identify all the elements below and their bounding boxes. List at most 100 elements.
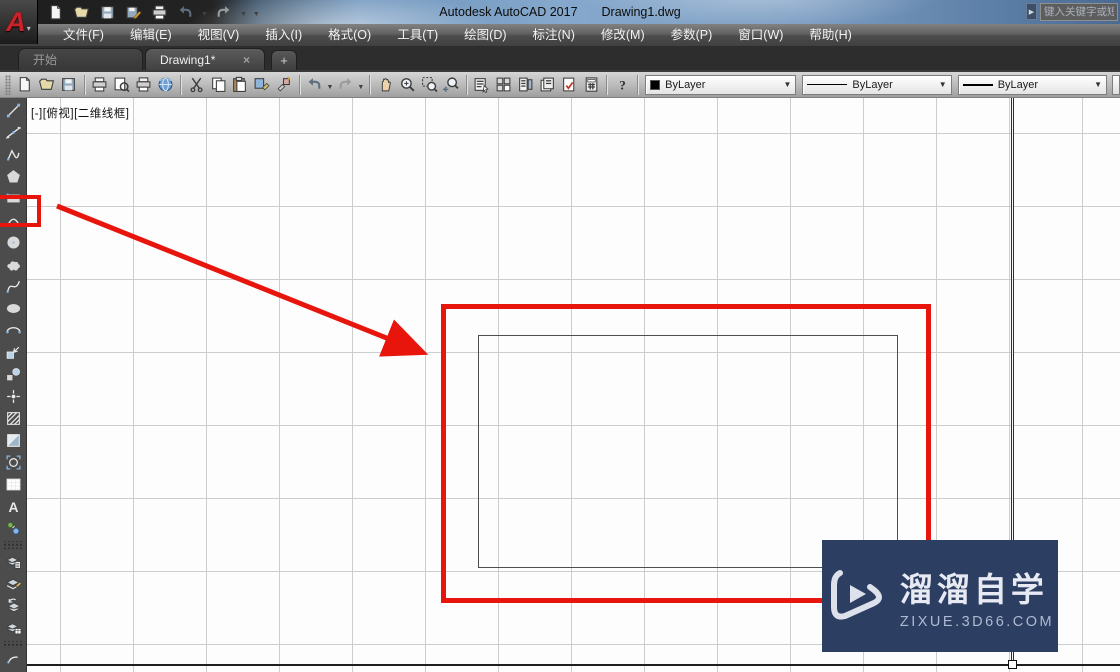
file-tab-start[interactable]: 开始 bbox=[18, 48, 143, 70]
publish-icon[interactable] bbox=[154, 74, 176, 96]
draw-tool-insert-block-icon[interactable] bbox=[1, 341, 25, 363]
match-properties-icon[interactable] bbox=[251, 74, 273, 96]
copy-icon[interactable] bbox=[207, 74, 229, 96]
title-bar: Autodesk AutoCAD 2017 Drawing1.dwg ▼ ▼ ▼ ▶ bbox=[0, 0, 1120, 24]
draw-tool-revision-cloud-icon[interactable] bbox=[1, 254, 25, 276]
chevron-down-icon[interactable]: ▼ bbox=[1094, 80, 1102, 89]
cut-icon[interactable] bbox=[185, 74, 207, 96]
quick-calc-icon[interactable] bbox=[580, 74, 602, 96]
draw-tool-line-icon[interactable] bbox=[1, 100, 25, 122]
watermark-site: zixue.3d66.com bbox=[899, 613, 1055, 630]
menu-i[interactable]: 插入(I) bbox=[252, 24, 315, 46]
menu-o[interactable]: 格式(O) bbox=[315, 24, 384, 46]
sheet-set-manager-icon[interactable] bbox=[537, 74, 559, 96]
search-go-button[interactable]: ▶ bbox=[1026, 3, 1037, 20]
viewport-controls[interactable]: [-][俯视][二维线框] bbox=[31, 105, 130, 121]
svg-text:A: A bbox=[8, 498, 18, 514]
design-center-icon[interactable] bbox=[493, 74, 515, 96]
save-icon[interactable] bbox=[58, 74, 80, 96]
layer-tool-layer-previous-icon[interactable] bbox=[1, 595, 25, 617]
new-file-icon[interactable] bbox=[14, 74, 36, 96]
layer-tool-layer-properties-icon[interactable] bbox=[1, 551, 25, 573]
menu-w[interactable]: 窗口(W) bbox=[725, 24, 796, 46]
layer-tool-layer-states-icon[interactable] bbox=[1, 573, 25, 595]
main-area: A [-][俯视][二维线框] 溜溜自学 ZIXUE.3D66.COM bbox=[0, 98, 1120, 672]
draw-tool-create-block-icon[interactable] bbox=[1, 363, 25, 385]
tool-palettes-icon[interactable] bbox=[515, 74, 537, 96]
draw-tool-region-icon[interactable] bbox=[1, 451, 25, 473]
properties-icon[interactable] bbox=[471, 74, 493, 96]
menu-e[interactable]: 编辑(E) bbox=[117, 24, 185, 46]
menu-f[interactable]: 文件(F) bbox=[50, 24, 117, 46]
redo-icon[interactable] bbox=[213, 2, 235, 22]
qsave-icon[interactable] bbox=[96, 2, 118, 22]
draw-tool-table-icon[interactable] bbox=[1, 473, 25, 495]
menu-d[interactable]: 绘图(D) bbox=[451, 24, 519, 46]
undo-dropdown-icon[interactable]: ▼ bbox=[200, 3, 209, 21]
toolbar-separator bbox=[465, 74, 467, 95]
undo-icon[interactable] bbox=[174, 2, 196, 22]
application-menu-button[interactable]: A ▾ bbox=[0, 0, 38, 44]
layer-tool-layer-translate-icon[interactable] bbox=[1, 617, 25, 639]
menu-h[interactable]: 帮助(H) bbox=[796, 24, 864, 46]
zoom-window-icon[interactable] bbox=[418, 74, 440, 96]
help-search-input[interactable] bbox=[1040, 2, 1118, 21]
lineweight-combo[interactable]: ByLayer ▼ bbox=[957, 74, 1108, 95]
redo-dropdown-icon[interactable]: ▼ bbox=[239, 3, 248, 21]
help-icon[interactable]: ? bbox=[611, 74, 633, 96]
file-tab-label: Drawing1* bbox=[160, 52, 216, 67]
paste-icon[interactable] bbox=[229, 74, 251, 96]
block-editor-icon[interactable] bbox=[273, 74, 295, 96]
plot-icon[interactable] bbox=[148, 2, 170, 22]
redo-dropdown-icon[interactable]: ▼ bbox=[356, 76, 365, 94]
chevron-down-icon[interactable]: ▼ bbox=[939, 80, 947, 89]
pan-icon[interactable] bbox=[374, 74, 396, 96]
draw-tool-hatch-icon[interactable] bbox=[1, 407, 25, 429]
doc-title: Drawing1.dwg bbox=[601, 5, 681, 19]
menu-n[interactable]: 标注(N) bbox=[520, 24, 588, 46]
undo-icon[interactable] bbox=[304, 74, 326, 96]
file-tab-drawing1[interactable]: Drawing1* × bbox=[145, 48, 265, 70]
arc-partial-icon[interactable] bbox=[1, 650, 25, 672]
undo-dropdown-icon[interactable]: ▼ bbox=[326, 76, 335, 94]
draw-tool-circle-icon[interactable] bbox=[1, 232, 25, 254]
grip-handle[interactable] bbox=[1008, 660, 1017, 669]
zoom-previous-icon[interactable] bbox=[440, 74, 462, 96]
plot-icon[interactable] bbox=[132, 74, 154, 96]
save-as-icon[interactable] bbox=[122, 2, 144, 22]
linetype-combo[interactable]: ByLayer ▼ bbox=[802, 74, 952, 95]
toolbar-grip[interactable] bbox=[5, 74, 11, 95]
menu-m[interactable]: 修改(M) bbox=[588, 24, 658, 46]
qopen-icon[interactable] bbox=[70, 2, 92, 22]
draw-tool-spline-icon[interactable] bbox=[1, 276, 25, 298]
draw-tool-construction-line-icon[interactable] bbox=[1, 122, 25, 144]
zoom-realtime-icon[interactable] bbox=[396, 74, 418, 96]
menu-v[interactable]: 视图(V) bbox=[185, 24, 253, 46]
draw-tool-add-selected-icon[interactable] bbox=[1, 517, 25, 539]
new-tab-button[interactable]: + bbox=[271, 50, 297, 70]
draw-tool-gradient-icon[interactable] bbox=[1, 429, 25, 451]
draw-tool-ellipse-arc-icon[interactable] bbox=[1, 320, 25, 342]
tab-close-icon[interactable]: × bbox=[243, 53, 250, 67]
quick-access-toolbar: ▼ ▼ ▼ bbox=[44, 1, 261, 23]
draw-tool-polygon-icon[interactable] bbox=[1, 166, 25, 188]
qnew-icon[interactable] bbox=[44, 2, 66, 22]
print-icon[interactable] bbox=[89, 74, 111, 96]
color-combo[interactable]: ByLayer ▼ bbox=[645, 74, 797, 95]
customize-dropdown-icon[interactable]: ▼ bbox=[252, 3, 261, 21]
watermark: 溜溜自学 zixue.3d66.com bbox=[822, 540, 1058, 652]
markup-icon[interactable] bbox=[558, 74, 580, 96]
chevron-down-icon[interactable]: ▼ bbox=[783, 80, 791, 89]
draw-tool-polyline-icon[interactable] bbox=[1, 144, 25, 166]
menu-p[interactable]: 参数(P) bbox=[658, 24, 726, 46]
open-file-icon[interactable] bbox=[36, 74, 58, 96]
drawing-canvas[interactable]: [-][俯视][二维线框] 溜溜自学 ZIXUE.3D66.COM bbox=[27, 98, 1120, 672]
svg-text:?: ? bbox=[619, 78, 625, 92]
draw-tool-multiline-text-icon[interactable]: A bbox=[1, 495, 25, 517]
draw-tool-ellipse-icon[interactable] bbox=[1, 298, 25, 320]
print-preview-icon[interactable] bbox=[111, 74, 133, 96]
combo-partial bbox=[1112, 74, 1120, 95]
draw-tool-point-icon[interactable] bbox=[1, 385, 25, 407]
redo-icon[interactable] bbox=[334, 74, 356, 96]
menu-t[interactable]: 工具(T) bbox=[384, 24, 451, 46]
